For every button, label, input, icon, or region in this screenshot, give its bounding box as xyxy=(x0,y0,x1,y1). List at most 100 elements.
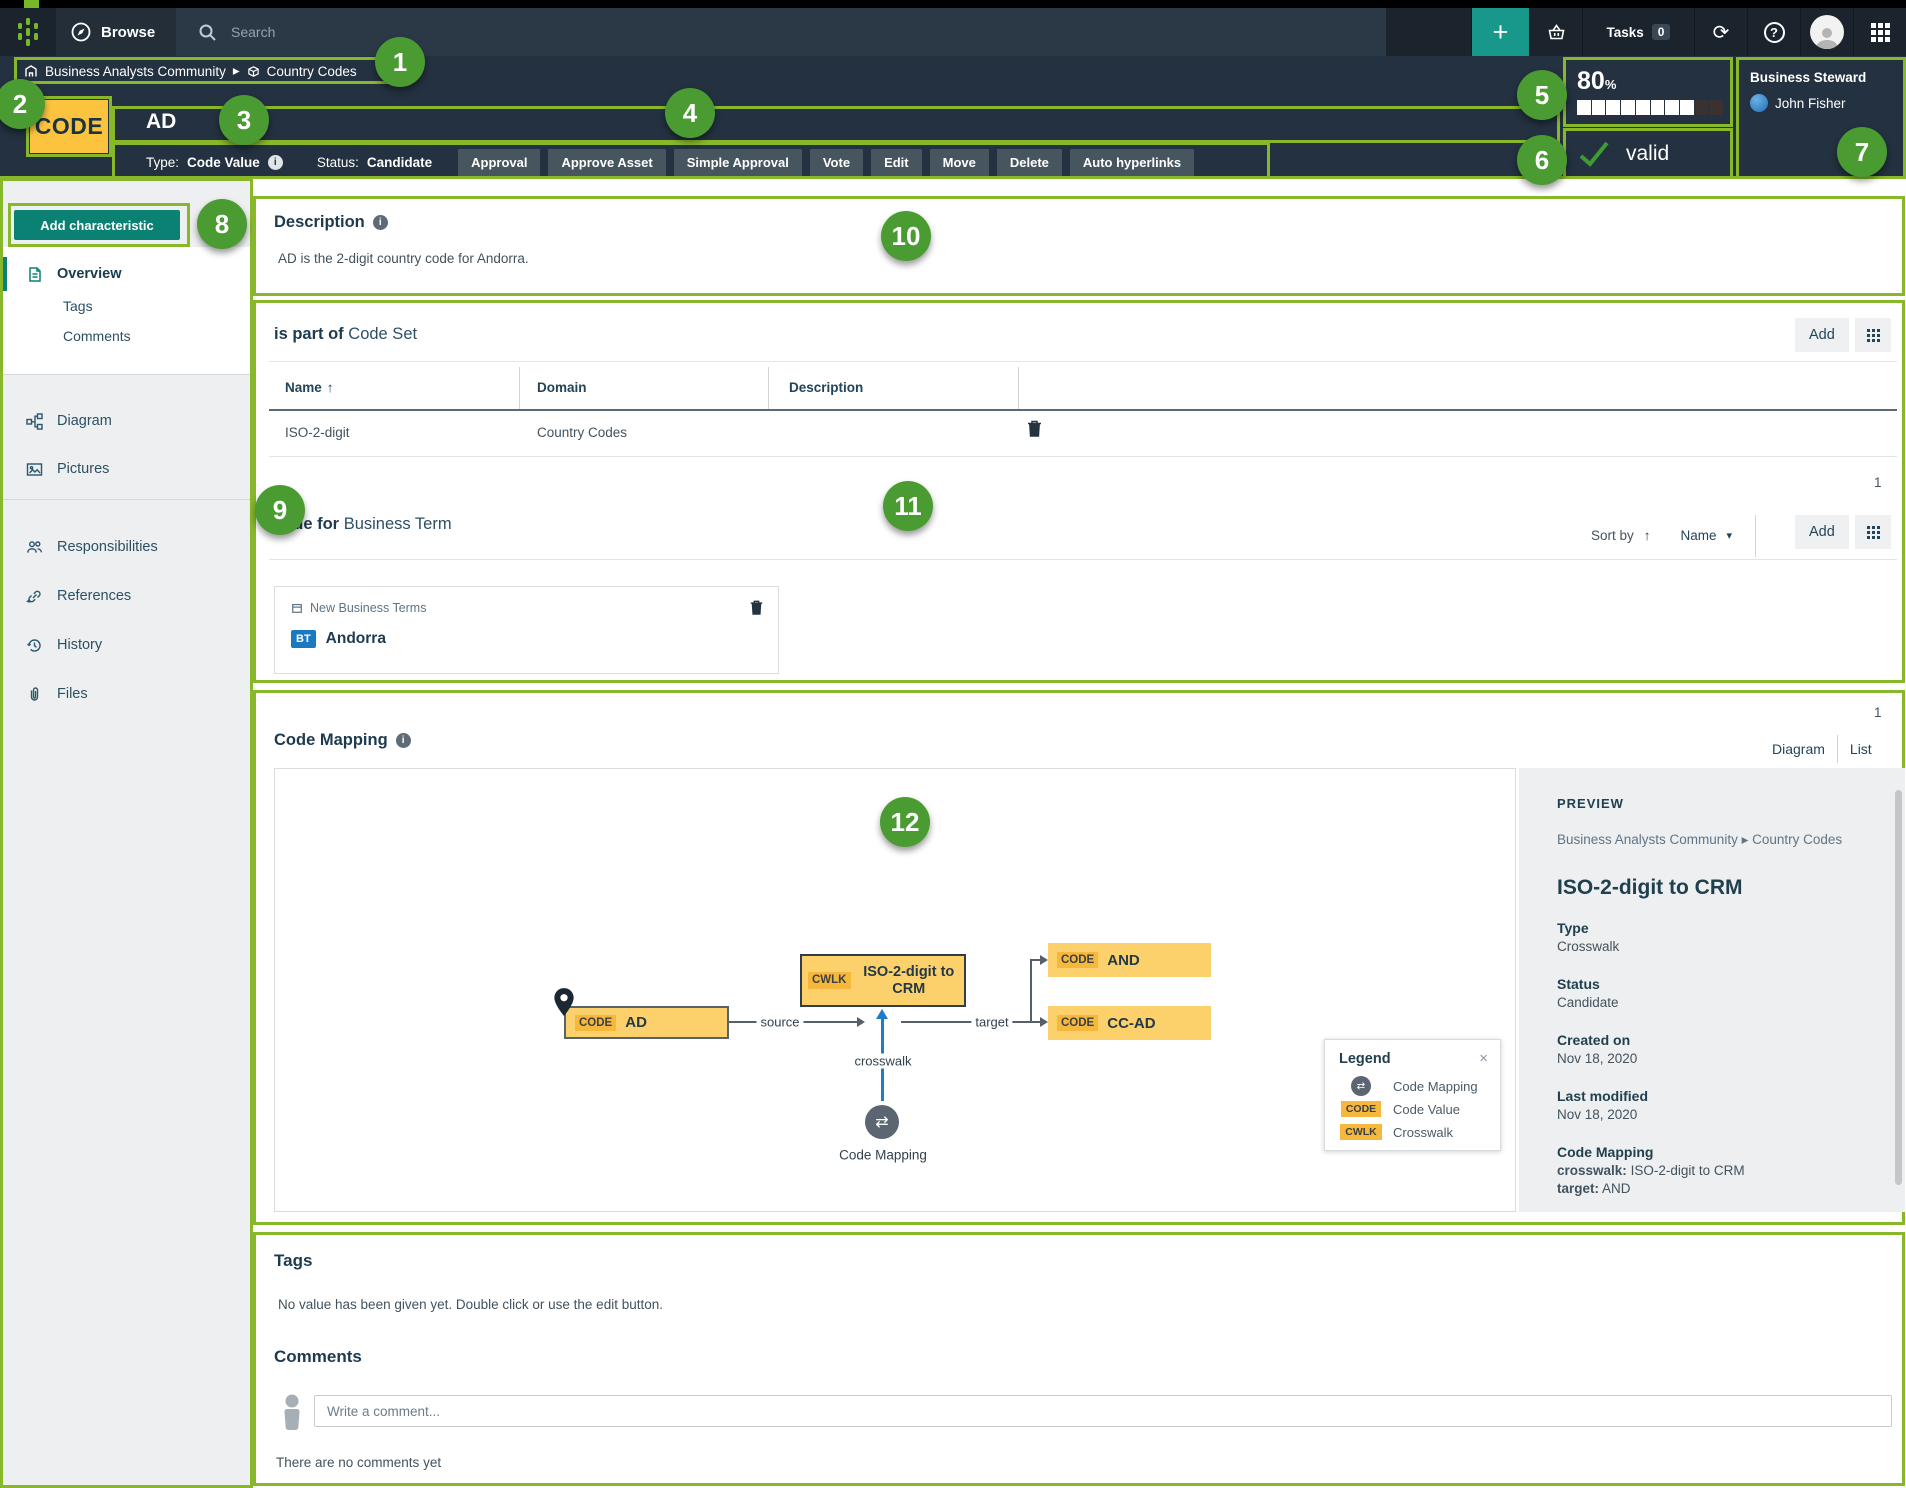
crosswalk-badge-icon: CWLK xyxy=(1340,1124,1382,1140)
cell-name[interactable]: ISO-2-digit xyxy=(285,425,350,440)
business-term-name[interactable]: Andorra xyxy=(326,630,386,648)
type-value: Code Value xyxy=(187,155,260,170)
sort-field-dropdown[interactable]: Name xyxy=(1681,528,1717,543)
sidebar-item-files[interactable]: Files xyxy=(3,676,250,712)
sidebar-item-references[interactable]: References xyxy=(3,578,250,614)
annotation-line-header-bottom xyxy=(0,176,1906,179)
edge-to-ccad-arrowhead xyxy=(1040,1017,1048,1027)
location-pin-icon xyxy=(551,987,577,1017)
compass-icon xyxy=(70,21,92,43)
domain-mini-icon xyxy=(291,602,303,614)
preview-scrollbar[interactable] xyxy=(1895,790,1902,1185)
edge-branch-line xyxy=(1030,959,1032,1023)
add-characteristic-button[interactable]: Add characteristic xyxy=(14,210,180,240)
table-view-icon xyxy=(1867,329,1880,342)
cell-domain[interactable]: Country Codes xyxy=(537,425,627,440)
collibra-logo-icon[interactable] xyxy=(0,8,56,56)
legend-close-icon[interactable]: × xyxy=(1479,1050,1488,1067)
relation-name: is part of xyxy=(274,325,344,343)
sync-button[interactable]: ⟳ xyxy=(1694,8,1747,56)
top-strip xyxy=(0,0,1906,8)
tasks-count-badge: 0 xyxy=(1652,24,1671,40)
approve-asset-button[interactable]: Approve Asset xyxy=(548,149,665,176)
description-text[interactable]: AD is the 2-digit country code for Andor… xyxy=(278,251,529,266)
edge-crosswalk-arrowhead xyxy=(876,1009,888,1019)
description-info-icon[interactable]: i xyxy=(373,215,388,230)
sidebar-item-pictures[interactable]: Pictures xyxy=(3,451,250,487)
column-header-name[interactable]: Name ↑ xyxy=(285,369,334,405)
user-menu[interactable] xyxy=(1800,8,1853,56)
asset-meta-row: Type: Code Value i Status: Candidate App… xyxy=(146,148,1194,176)
source-code-name: AD xyxy=(625,1014,647,1031)
node-target-ccad[interactable]: CODE CC-AD xyxy=(1048,1006,1211,1040)
basket-button[interactable] xyxy=(1529,8,1582,56)
field-value: Nov 18, 2020 xyxy=(1557,1051,1637,1066)
node-target-and[interactable]: CODE AND xyxy=(1048,943,1211,977)
preview-title[interactable]: ISO-2-digit to CRM xyxy=(1557,876,1742,900)
auto-hyperlinks-button[interactable]: Auto hyperlinks xyxy=(1070,149,1194,176)
callout-5: 5 xyxy=(1517,70,1567,120)
field-label: Code Mapping xyxy=(1557,1144,1877,1160)
type-info-icon[interactable]: i xyxy=(268,155,283,170)
sort-direction-icon[interactable]: ↑ xyxy=(1644,528,1651,543)
column-header-domain[interactable]: Domain xyxy=(537,369,587,405)
search-bar[interactable] xyxy=(176,8,1386,56)
preview-field-type: Type Crosswalk xyxy=(1557,920,1619,954)
node-crosswalk[interactable]: CWLK ISO-2-digit to CRM xyxy=(800,954,966,1007)
steward-name[interactable]: John Fisher xyxy=(1775,96,1846,111)
sidebar-item-responsibilities[interactable]: Responsibilities xyxy=(3,529,250,565)
view-toggle-diagram[interactable]: Diagram xyxy=(1772,741,1825,757)
files-paperclip-icon xyxy=(26,686,43,703)
is-part-of-page-number[interactable]: 1 xyxy=(1874,475,1882,490)
target-code-name: AND xyxy=(1107,952,1140,969)
create-asset-button[interactable]: + xyxy=(1471,8,1529,56)
toolbar-separator xyxy=(1755,515,1756,557)
crosswalk-label: crosswalk: xyxy=(1557,1163,1627,1178)
remove-relation-trash-icon[interactable] xyxy=(1026,419,1043,438)
field-value: Candidate xyxy=(1557,995,1619,1010)
swap-icon: ⇄ xyxy=(875,1112,888,1132)
sync-icon: ⟳ xyxy=(1713,20,1730,45)
delete-button[interactable]: Delete xyxy=(997,149,1062,176)
code-mapping-circle-icon: ⇄ xyxy=(1351,1076,1371,1096)
view-toggle-separator xyxy=(1837,735,1838,763)
business-term-card[interactable]: New Business Terms BT Andorra xyxy=(274,586,779,674)
caret-down-icon[interactable]: ▾ xyxy=(1727,529,1733,542)
vote-button[interactable]: Vote xyxy=(810,149,863,176)
code-for-add-button[interactable]: Add xyxy=(1795,515,1849,549)
preview-breadcrumb[interactable]: Business Analysts Community ▸ Country Co… xyxy=(1557,830,1867,850)
code-for-view-button[interactable] xyxy=(1855,515,1891,549)
search-input[interactable] xyxy=(229,23,1129,41)
is-part-of-add-button[interactable]: Add xyxy=(1795,318,1849,352)
plus-icon: + xyxy=(1493,17,1509,48)
field-label: Type xyxy=(1557,920,1619,936)
preview-field-status: Status Candidate xyxy=(1557,976,1619,1010)
browse-button[interactable]: Browse xyxy=(56,8,176,56)
edit-button[interactable]: Edit xyxy=(871,149,922,176)
sidebar-item-overview[interactable]: Overview xyxy=(3,257,250,291)
tags-empty-text[interactable]: No value has been given yet. Double clic… xyxy=(278,1297,663,1312)
is-part-of-view-button[interactable] xyxy=(1855,318,1891,352)
simple-approval-button[interactable]: Simple Approval xyxy=(674,149,802,176)
help-button[interactable]: ? xyxy=(1747,8,1800,56)
remove-term-trash-icon[interactable] xyxy=(749,599,764,616)
sidebar-item-history[interactable]: History xyxy=(3,627,250,663)
column-header-description[interactable]: Description xyxy=(789,369,863,405)
sidebar-item-diagram[interactable]: Diagram xyxy=(3,403,250,439)
code-mapping-page-number[interactable]: 1 xyxy=(1874,705,1882,720)
tasks-button[interactable]: Tasks 0 xyxy=(1582,8,1694,56)
approval-button[interactable]: Approval xyxy=(458,149,540,176)
status-label: Status: xyxy=(317,155,359,170)
sidebar-item-tags[interactable]: Tags xyxy=(3,291,250,321)
card-domain-label[interactable]: New Business Terms xyxy=(310,601,426,615)
code-mapping-title: Code Mapping xyxy=(274,731,388,750)
code-mapping-info-icon[interactable]: i xyxy=(396,733,411,748)
apps-menu-button[interactable] xyxy=(1853,8,1906,56)
move-button[interactable]: Move xyxy=(930,149,989,176)
code-mapping-hub-node[interactable]: ⇄ xyxy=(865,1105,899,1139)
node-source-code[interactable]: CODE AD xyxy=(564,1006,729,1039)
comment-input[interactable] xyxy=(314,1395,1892,1427)
view-toggle-list[interactable]: List xyxy=(1850,741,1872,757)
sidebar-item-comments[interactable]: Comments xyxy=(3,321,250,351)
status-value: Candidate xyxy=(367,155,432,170)
